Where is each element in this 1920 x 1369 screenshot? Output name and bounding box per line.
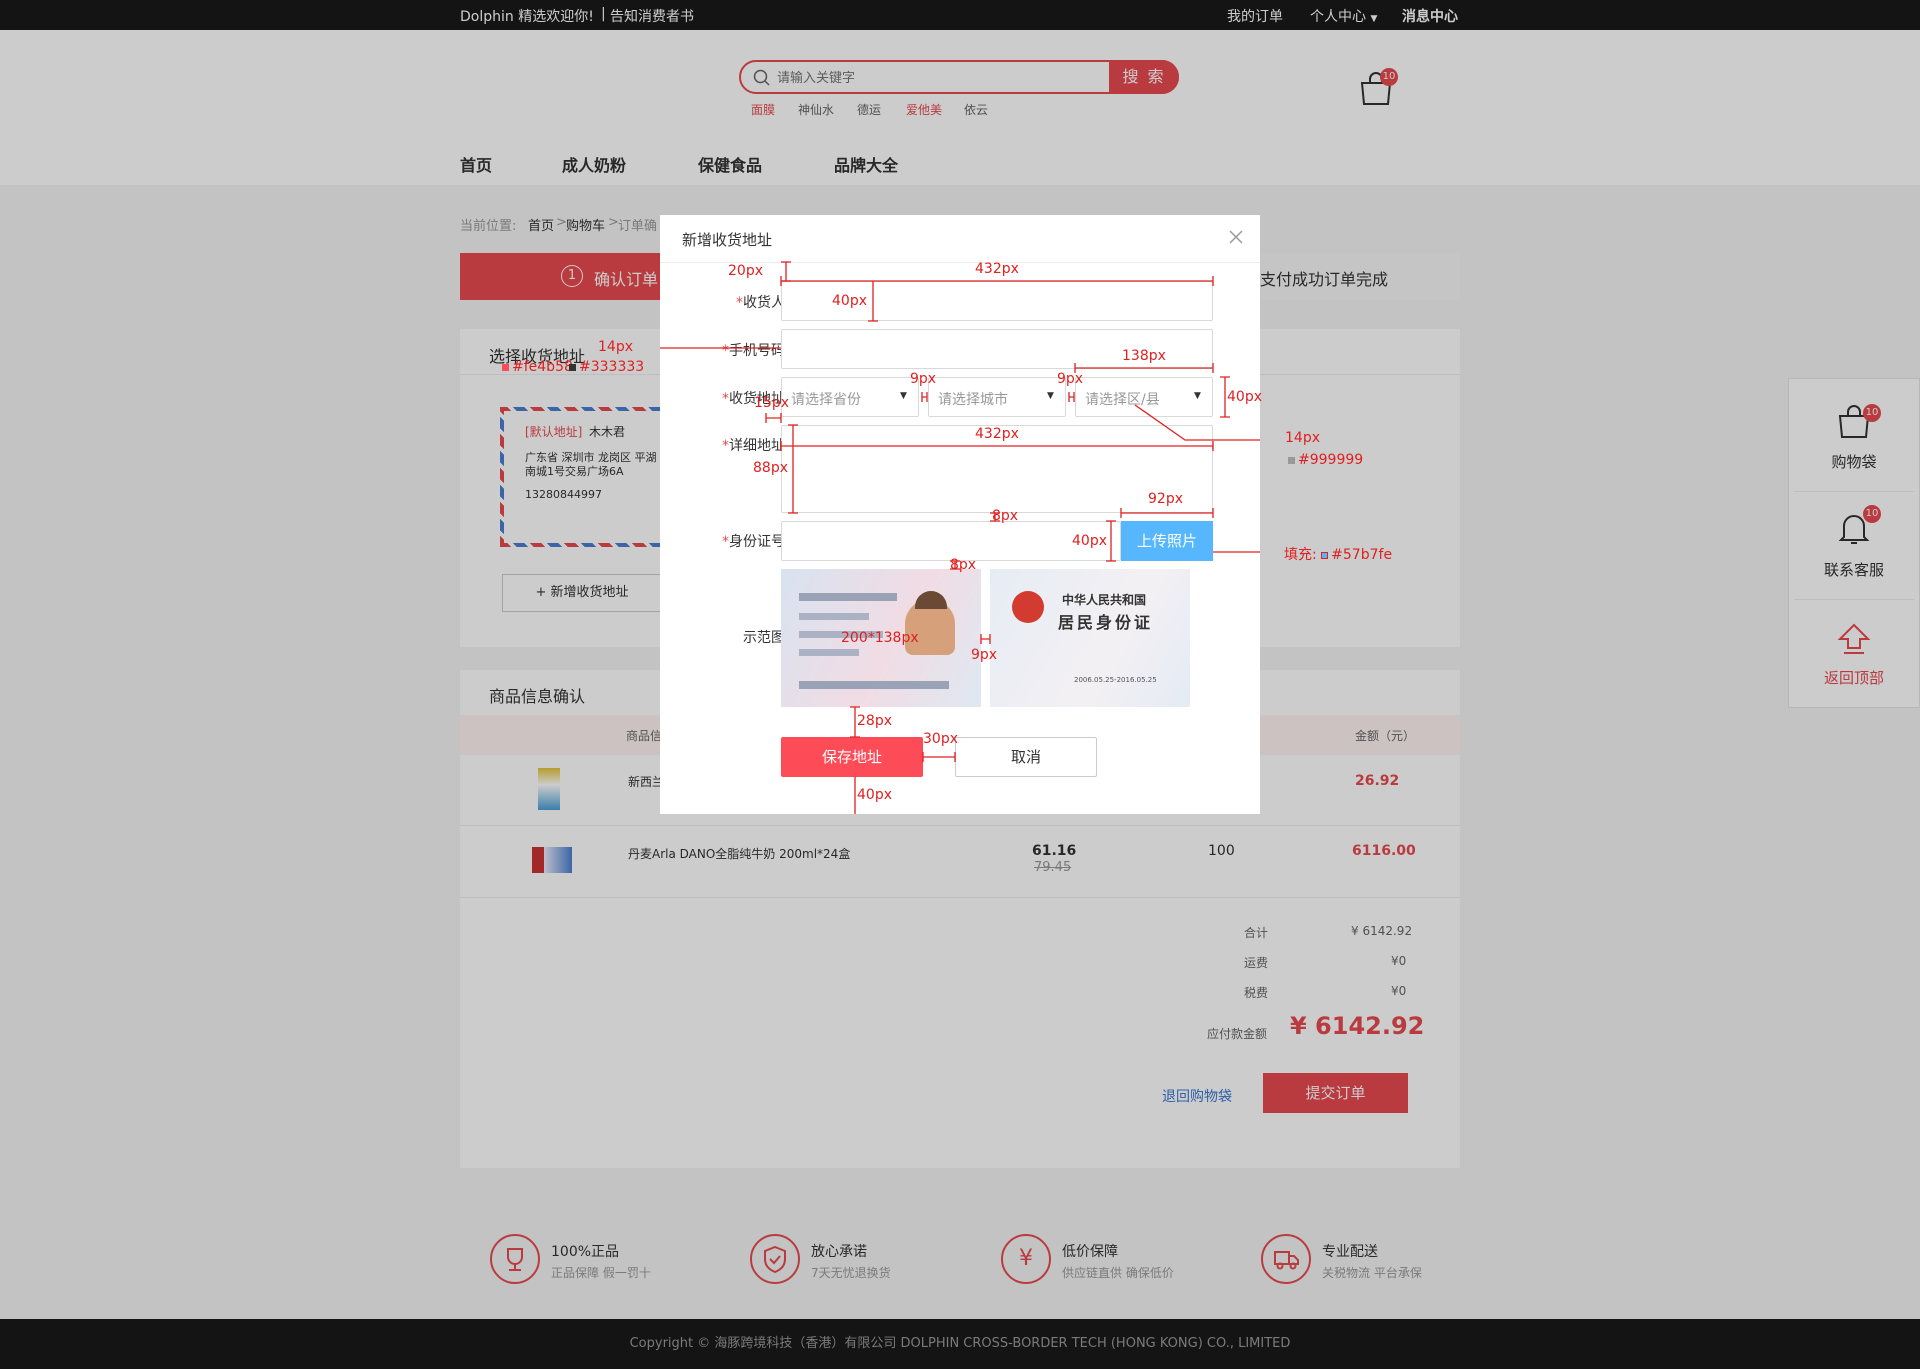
color-swatch — [569, 363, 576, 371]
dimension-annotation: 40px — [1072, 533, 1107, 549]
color-swatch — [1321, 551, 1329, 559]
dimension-annotation: 14px — [598, 339, 633, 355]
dimension-annotation: 14px — [1285, 430, 1320, 446]
dimension-annotation: 40px — [1227, 389, 1262, 405]
color-swatch — [1288, 456, 1295, 464]
color-annotation: #999999 — [1288, 452, 1363, 468]
dimension-annotation: 88px — [753, 460, 788, 476]
dimension-annotation: 40px — [857, 787, 892, 803]
dimension-annotation: 40px — [832, 293, 867, 309]
annotation-lines — [660, 261, 1260, 814]
color-annotation: #fe4b58 — [502, 359, 573, 375]
dimension-annotation: 9px — [910, 371, 937, 387]
dimension-annotation: 30px — [923, 731, 958, 747]
dimension-annotation: 9px — [971, 647, 998, 663]
add-address-modal: 新增收货地址 *收货人 *手机号码 *收货地址 请选择省份 ▼ 请选择城市 ▼ … — [502, 215, 1392, 814]
dimension-annotation: 20px — [728, 263, 763, 279]
dimension-annotation: 9px — [1057, 371, 1084, 387]
dimension-annotation: 8px — [992, 508, 1019, 524]
dimension-annotation: 8px — [950, 557, 977, 573]
dimension-annotation: 92px — [1148, 491, 1183, 507]
dimension-annotation: 138px — [1122, 348, 1166, 364]
color-swatch — [502, 363, 509, 371]
dimension-annotation: 28px — [857, 713, 892, 729]
dimension-annotation: 432px — [975, 261, 1019, 277]
color-annotation: #333333 — [569, 359, 644, 375]
dimension-annotation: 15px — [754, 395, 789, 411]
color-annotation: 填充: #57b7fe — [1284, 547, 1393, 563]
dimension-annotation: 432px — [975, 426, 1019, 442]
dimension-annotation: 200*138px — [841, 630, 919, 646]
